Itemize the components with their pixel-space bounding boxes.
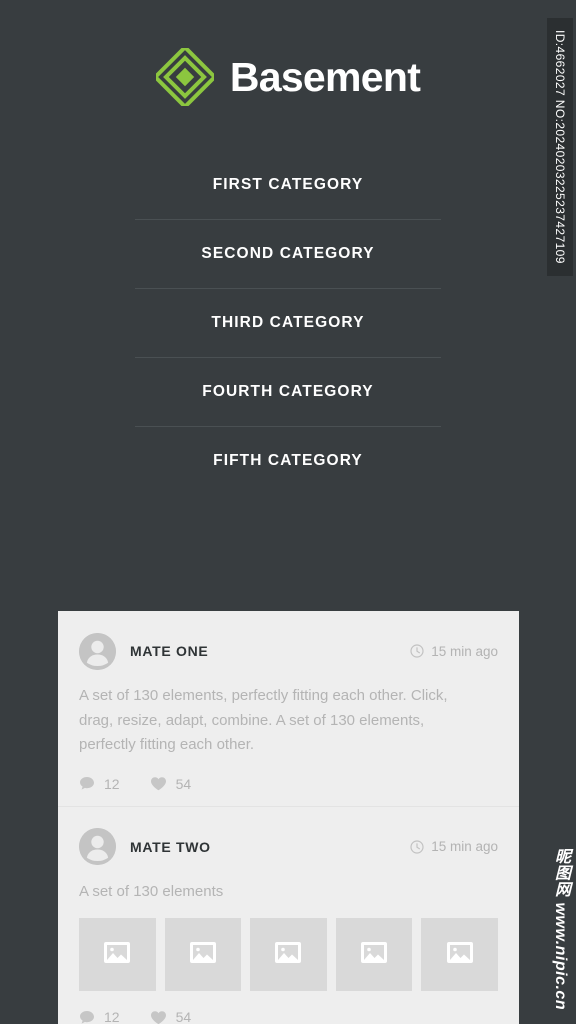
- app-root: Basement FIRST CATEGORY SECOND CATEGORY …: [0, 0, 576, 1024]
- brand-logo[interactable]: Basement: [0, 44, 576, 110]
- post-body: A set of 130 elements, perfectly fitting…: [79, 687, 448, 753]
- post-item: MATE ONE 15 min ago A set of 130 element…: [58, 611, 519, 806]
- nav-item-first[interactable]: FIRST CATEGORY: [135, 150, 441, 219]
- nested-diamond-logo-icon: [152, 44, 218, 110]
- heart-icon: [150, 1010, 167, 1024]
- post-thumbnail-strip: [79, 918, 498, 991]
- nav-item-label: THIRD CATEGORY: [211, 313, 365, 331]
- comment-stat[interactable]: 12: [79, 776, 120, 792]
- timestamp-label: 15 min ago: [431, 839, 498, 854]
- category-nav: FIRST CATEGORY SECOND CATEGORY THIRD CAT…: [135, 150, 441, 495]
- comment-bubble-icon: [79, 1010, 95, 1024]
- thumbnail-item[interactable]: [335, 918, 413, 991]
- clock-icon: [410, 644, 424, 658]
- thumbnail-item[interactable]: [250, 918, 327, 991]
- nav-item-label: FOURTH CATEGORY: [202, 382, 374, 400]
- image-placeholder-icon: [446, 941, 473, 968]
- user-avatar-icon: [79, 632, 116, 670]
- watermark-site: 昵图网 www.nipic.cn: [552, 847, 569, 1010]
- nav-item-label: SECOND CATEGORY: [201, 244, 375, 262]
- thumbnail-item[interactable]: [164, 918, 242, 991]
- nav-item-label: FIFTH CATEGORY: [213, 451, 363, 469]
- image-placeholder-icon: [104, 941, 131, 968]
- thumbnail-item[interactable]: [421, 918, 498, 991]
- post-author: MATE ONE: [130, 643, 209, 659]
- heart-icon: [150, 776, 167, 791]
- comment-bubble-icon: [79, 776, 95, 791]
- post-timestamp: 15 min ago: [410, 839, 498, 854]
- comment-stat[interactable]: 12: [79, 1009, 120, 1024]
- brand-name: Basement: [229, 53, 421, 100]
- post-item: MATE TWO 15 min ago A set of 130 element…: [58, 805, 519, 1024]
- image-placeholder-icon: [275, 941, 302, 968]
- user-avatar-icon: [79, 828, 116, 865]
- nav-item-third[interactable]: THIRD CATEGORY: [135, 288, 441, 357]
- watermark-id: ID:4662027 NO:20240203225237427109: [547, 18, 573, 276]
- image-placeholder-icon: [189, 941, 216, 968]
- nav-item-second[interactable]: SECOND CATEGORY: [135, 219, 441, 288]
- like-count: 54: [175, 1009, 192, 1024]
- post-author: MATE TWO: [130, 838, 211, 855]
- nav-item-fourth[interactable]: FOURTH CATEGORY: [135, 357, 441, 426]
- post-header: MATE TWO 15 min ago: [79, 827, 498, 867]
- comment-count: 12: [104, 775, 120, 792]
- post-stats: 12 54: [79, 762, 498, 806]
- like-stat[interactable]: 54: [150, 1009, 192, 1024]
- nav-item-label: FIRST CATEGORY: [212, 175, 364, 193]
- like-stat[interactable]: 54: [150, 775, 192, 792]
- clock-icon: [410, 839, 424, 854]
- post-stats: 12 54: [79, 995, 498, 1024]
- post-timestamp: 15 min ago: [410, 644, 498, 659]
- thumbnail-item[interactable]: [79, 918, 156, 991]
- post-feed: MATE ONE 15 min ago A set of 130 element…: [58, 611, 519, 1024]
- post-header: MATE ONE 15 min ago: [79, 631, 498, 671]
- nav-item-fifth[interactable]: FIFTH CATEGORY: [135, 426, 441, 495]
- like-count: 54: [175, 775, 192, 792]
- comment-count: 12: [104, 1009, 120, 1024]
- image-placeholder-icon: [361, 941, 388, 968]
- timestamp-label: 15 min ago: [431, 643, 498, 659]
- post-body: A set of 130 elements: [79, 882, 224, 900]
